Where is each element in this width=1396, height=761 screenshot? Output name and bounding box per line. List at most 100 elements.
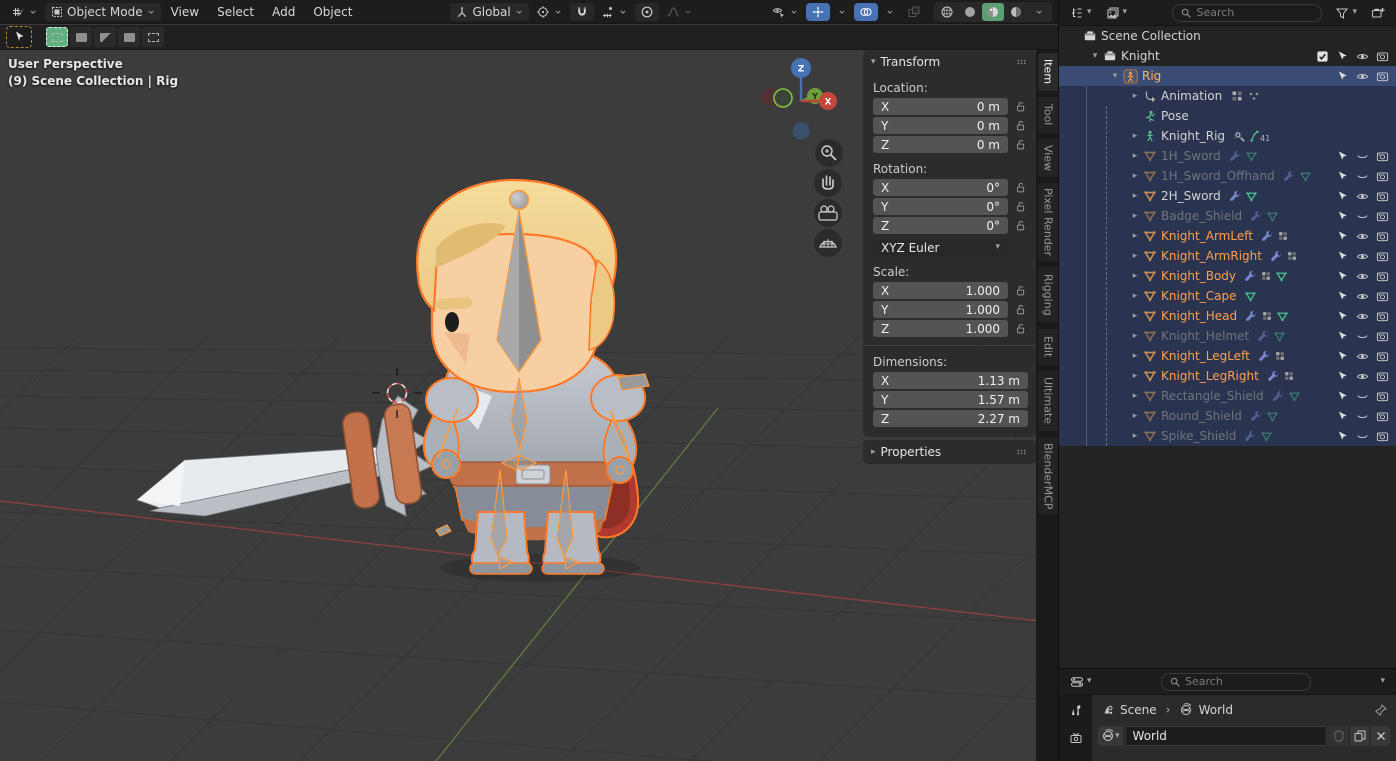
- menu-view[interactable]: View: [163, 3, 207, 21]
- properties-editor-type-button[interactable]: ▾: [1065, 673, 1097, 691]
- outliner-item-label[interactable]: Knight_Head: [1161, 309, 1237, 323]
- gizmos-dropdown[interactable]: [832, 5, 852, 19]
- location-x-field[interactable]: X0 m: [873, 98, 1008, 115]
- dimensions-y-field[interactable]: Y1.57 m: [873, 391, 1028, 408]
- pin-icon[interactable]: [1374, 703, 1388, 717]
- lock-icon[interactable]: [1012, 322, 1028, 335]
- checkbox-icon[interactable]: [1312, 50, 1332, 63]
- shading-wireframe-button[interactable]: [936, 3, 958, 21]
- shading-material-button[interactable]: [982, 3, 1004, 21]
- outliner-item-label[interactable]: Knight_LegRight: [1161, 369, 1259, 383]
- expander-icon[interactable]: ▸: [1127, 331, 1143, 341]
- eye-open-icon[interactable]: [1352, 70, 1372, 83]
- outliner-item-label[interactable]: Knight_Cape: [1161, 289, 1236, 303]
- mode-dropdown[interactable]: Object Mode: [45, 3, 161, 21]
- camera-icon[interactable]: [1372, 170, 1392, 183]
- lock-icon[interactable]: [1012, 100, 1028, 113]
- world-name-field[interactable]: [1125, 726, 1327, 746]
- properties-search-input[interactable]: [1185, 675, 1303, 688]
- expander-icon[interactable]: ▸: [1127, 191, 1143, 201]
- tab-pixel-render[interactable]: Pixel Render: [1037, 182, 1058, 262]
- camera-icon[interactable]: [1372, 350, 1392, 363]
- pointer-icon[interactable]: [1332, 370, 1352, 383]
- camera-view-button[interactable]: [814, 199, 842, 227]
- lock-icon[interactable]: [1012, 119, 1028, 132]
- expander-icon[interactable]: ▸: [1127, 251, 1143, 261]
- camera-icon[interactable]: [1372, 430, 1392, 443]
- expander-icon[interactable]: ▸: [1127, 91, 1143, 101]
- outliner-item-label[interactable]: Knight_ArmLeft: [1161, 229, 1253, 243]
- expander-icon[interactable]: ▸: [1127, 291, 1143, 301]
- outliner-row[interactable]: ▸1H_Sword: [1059, 146, 1396, 166]
- expander-icon[interactable]: ▸: [1127, 391, 1143, 401]
- expander-icon[interactable]: ▸: [1127, 371, 1143, 381]
- camera-icon[interactable]: [1372, 150, 1392, 163]
- outliner-item-label[interactable]: Knight_Body: [1161, 269, 1236, 283]
- shading-rendered-button[interactable]: [1005, 3, 1027, 21]
- outliner-row[interactable]: ▾Rig: [1059, 66, 1396, 86]
- eye-closed-icon[interactable]: [1352, 330, 1372, 343]
- outliner-display-mode-dropdown[interactable]: ▾: [1101, 4, 1133, 22]
- eye-closed-icon[interactable]: [1352, 170, 1372, 183]
- outliner-row[interactable]: ▸Badge_Shield: [1059, 206, 1396, 226]
- breadcrumb-world[interactable]: World: [1199, 703, 1233, 717]
- scale-x-field[interactable]: X1.000: [873, 282, 1008, 299]
- rotation-mode-dropdown[interactable]: XYZ Euler ▾: [873, 239, 1008, 256]
- outliner-row[interactable]: ▸ Knight_LegRight: [1059, 366, 1396, 386]
- object-visibility-dropdown[interactable]: [767, 3, 804, 21]
- select-mode-set[interactable]: [46, 27, 68, 47]
- select-mode-intersect[interactable]: [142, 27, 164, 47]
- new-collection-button[interactable]: [1366, 4, 1390, 22]
- camera-icon[interactable]: [1372, 290, 1392, 303]
- overlays-toggle[interactable]: [854, 3, 878, 21]
- pointer-icon[interactable]: [1332, 310, 1352, 323]
- rotation-y-field[interactable]: Y0°: [873, 198, 1008, 215]
- eye-open-icon[interactable]: [1352, 250, 1372, 263]
- menu-object[interactable]: Object: [305, 3, 360, 21]
- tab-edit[interactable]: Edit: [1037, 328, 1058, 366]
- pointer-icon[interactable]: [1332, 270, 1352, 283]
- outliner-item-label[interactable]: Rectangle_Shield: [1161, 389, 1264, 403]
- camera-icon[interactable]: [1372, 270, 1392, 283]
- camera-icon[interactable]: [1372, 390, 1392, 403]
- properties-options-dropdown[interactable]: ▾: [1375, 675, 1390, 688]
- camera-icon[interactable]: [1372, 50, 1392, 63]
- eye-open-icon[interactable]: [1352, 290, 1372, 303]
- menu-select[interactable]: Select: [209, 3, 262, 21]
- expander-icon[interactable]: ▸: [1127, 171, 1143, 181]
- properties-search[interactable]: [1161, 673, 1311, 691]
- ortho-toggle-button[interactable]: [814, 229, 842, 257]
- expander-icon[interactable]: ▾: [1087, 51, 1103, 61]
- expander-icon[interactable]: ▸: [1127, 231, 1143, 241]
- outliner-item-label[interactable]: Knight: [1121, 49, 1160, 63]
- expander-icon[interactable]: ▾: [1107, 71, 1123, 81]
- render-properties-tab[interactable]: [1069, 731, 1083, 745]
- camera-icon[interactable]: [1372, 250, 1392, 263]
- pointer-icon[interactable]: [1332, 230, 1352, 243]
- tab-rigging[interactable]: Rigging: [1037, 266, 1058, 324]
- outliner-row[interactable]: ▸Knight_Helmet: [1059, 326, 1396, 346]
- eye-open-icon[interactable]: [1352, 270, 1372, 283]
- outliner-search[interactable]: [1172, 4, 1322, 22]
- pointer-icon[interactable]: [1332, 330, 1352, 343]
- location-y-field[interactable]: Y0 m: [873, 117, 1008, 134]
- pointer-icon[interactable]: [1332, 410, 1352, 423]
- pointer-icon[interactable]: [1332, 70, 1352, 83]
- pointer-icon[interactable]: [1332, 350, 1352, 363]
- lock-icon[interactable]: [1012, 200, 1028, 213]
- pointer-icon[interactable]: [1332, 150, 1352, 163]
- outliner-item-label[interactable]: Round_Shield: [1161, 409, 1242, 423]
- rotation-z-field[interactable]: Z0°: [873, 217, 1008, 234]
- unlink-datablock-button[interactable]: [1371, 726, 1390, 746]
- outliner-row[interactable]: Pose: [1059, 106, 1396, 126]
- orientation-dropdown[interactable]: Global: [450, 3, 528, 21]
- camera-icon[interactable]: [1372, 310, 1392, 323]
- expander-icon[interactable]: ▸: [1127, 311, 1143, 321]
- gizmo-neg-y-ball[interactable]: [774, 89, 792, 107]
- outliner-row[interactable]: ▸Knight_Body: [1059, 266, 1396, 286]
- outliner-row[interactable]: ▸ Knight_Cape: [1059, 286, 1396, 306]
- outliner-row[interactable]: ▸Knight_Rig41: [1059, 126, 1396, 146]
- location-z-field[interactable]: Z0 m: [873, 136, 1008, 153]
- outliner-item-label[interactable]: Pose: [1161, 109, 1189, 123]
- active-tool-button[interactable]: [6, 26, 32, 48]
